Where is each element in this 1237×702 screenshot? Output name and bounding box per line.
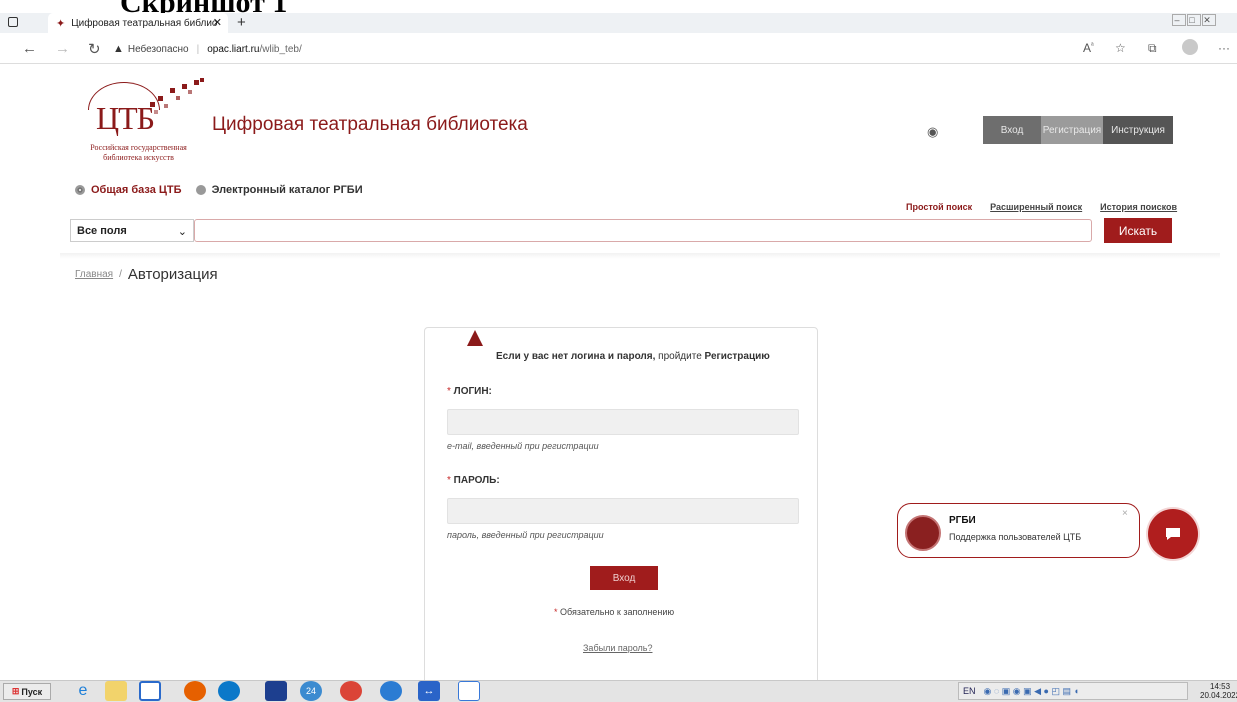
breadcrumb-home-link[interactable]: Главная	[75, 269, 113, 280]
radio-label-rgbi-catalog[interactable]: Электронный каталог РГБИ	[212, 184, 363, 196]
login-label-text: ЛОГИН:	[453, 386, 492, 397]
tab-close-icon[interactable]: ✕	[213, 16, 222, 29]
page-title: Авторизация	[127, 266, 218, 283]
search-input[interactable]	[194, 219, 1092, 242]
tab-title: Цифровая театральная библио	[71, 17, 218, 29]
note-bold-text: Если у вас нет логина и пароля,	[496, 351, 656, 362]
forgot-password-link[interactable]: Забыли пароль?	[583, 643, 652, 653]
logo-organization-name: Российская государственная библиотека ис…	[90, 143, 187, 162]
start-button[interactable]: ⊞ Пуск	[3, 683, 51, 700]
read-aloud-icon[interactable]: Aᵃ	[1083, 41, 1094, 55]
profile-avatar-icon[interactable]	[1182, 39, 1198, 55]
tray-icons[interactable]: ◉ ◌ ▣ ◉ ▣ ◀ ● ◰ ▤ ◖	[984, 686, 1079, 697]
card-marker-icon	[467, 330, 483, 346]
ie-app-icon[interactable]: e	[72, 681, 94, 701]
folder-app-icon[interactable]	[105, 681, 127, 701]
login-field[interactable]	[447, 409, 799, 435]
password-label: * ПАРОЛЬ:	[447, 475, 500, 486]
more-menu-icon[interactable]: ···	[1218, 41, 1230, 55]
system-tray: EN ◉ ◌ ▣ ◉ ▣ ◀ ● ◰ ▤ ◖	[958, 682, 1188, 700]
required-star: *	[447, 475, 454, 486]
login-hint: e-mail, введенный при регистрации	[447, 441, 599, 451]
address-separator: |	[196, 43, 200, 55]
radio-label-general-base[interactable]: Общая база ЦТБ	[91, 184, 182, 196]
calendar-app-icon[interactable]	[265, 681, 287, 701]
search-history-link[interactable]: История поисков	[1100, 202, 1177, 212]
url-path: /wlib_teb/	[259, 43, 302, 55]
registration-note: Если у вас нет логина и пароля, пройдите…	[496, 351, 770, 362]
advanced-search-link[interactable]: Расширенный поиск	[990, 202, 1082, 212]
chrome-app-icon[interactable]	[340, 681, 362, 701]
auth-buttons: Вход Регистрация Инструкция	[983, 116, 1173, 144]
search-button[interactable]: Искать	[1104, 218, 1172, 243]
login-nav-button[interactable]: Вход	[983, 116, 1041, 144]
support-name: РГБИ	[949, 515, 976, 526]
login-label: * ЛОГИН:	[447, 386, 492, 397]
support-avatar	[905, 515, 941, 551]
register-nav-button[interactable]: Регистрация	[1041, 116, 1103, 144]
outlook-app-icon[interactable]	[139, 681, 161, 701]
window-controls[interactable]: – □ ✕	[1172, 14, 1217, 26]
radio-general-base[interactable]	[75, 185, 85, 195]
search-mode-links: Простой поиск Расширенный поиск История …	[906, 202, 1195, 212]
edge-app-icon[interactable]	[218, 681, 240, 701]
chat-bubble-icon[interactable]	[1148, 509, 1198, 559]
minimize-icon[interactable]: –	[1172, 14, 1186, 26]
firefox-app-icon[interactable]	[184, 681, 206, 701]
support-subtitle: Поддержка пользователей ЦТБ	[949, 532, 1082, 542]
chat-icon-glyph	[1166, 528, 1180, 540]
site-title[interactable]: Цифровая театральная библиотека	[212, 114, 528, 136]
clock-time: 14:53	[1210, 682, 1231, 691]
note-text: пройдите	[655, 351, 705, 362]
instructions-nav-button[interactable]: Инструкция	[1103, 116, 1173, 144]
header-divider	[60, 253, 1220, 259]
teamviewer-app-icon[interactable]: ↔	[418, 681, 440, 701]
chevron-down-icon: ⌄	[177, 226, 187, 238]
logo-text: ЦТБ	[96, 100, 155, 136]
site-favicon-icon: ✦	[56, 17, 66, 30]
required-star: *	[447, 386, 454, 397]
new-tab-button[interactable]: +	[237, 14, 246, 31]
reload-icon[interactable]: ↻	[88, 40, 101, 58]
password-field[interactable]	[447, 498, 799, 524]
start-label: Пуск	[21, 686, 43, 697]
registration-link[interactable]: Регистрацию	[705, 351, 770, 362]
breadcrumb: Главная / Авторизация	[75, 266, 218, 283]
back-arrow-icon[interactable]: ←	[22, 40, 37, 57]
document-app-icon[interactable]	[458, 681, 480, 701]
support-close-icon[interactable]: ×	[1122, 508, 1128, 519]
forward-arrow-icon[interactable]: →	[55, 40, 70, 57]
required-note-text: Обязательно к заполнению	[560, 607, 675, 617]
collections-icon[interactable]: ⧉	[1148, 41, 1157, 56]
url-host: opac.liart.ru	[207, 43, 260, 55]
windows-logo-icon: ⊞	[11, 686, 20, 696]
password-hint: пароль, введенный при регистрации	[447, 530, 604, 540]
accessibility-eye-icon[interactable]: ◉	[927, 124, 938, 140]
maximize-icon[interactable]: □	[1187, 14, 1201, 26]
tab-list-icon[interactable]	[8, 17, 18, 27]
address-bar[interactable]: ▲ Небезопасно | opac.liart.ru/wlib_teb/	[113, 38, 1053, 60]
app-24-icon[interactable]: 24	[300, 681, 322, 701]
messenger-app-icon[interactable]	[380, 681, 402, 701]
login-submit-button[interactable]: Вход	[590, 566, 658, 590]
database-selector: Общая база ЦТБ Электронный каталог РГБИ	[75, 184, 363, 196]
search-field-value: Все поля	[77, 225, 127, 237]
warning-icon: ▲	[113, 43, 124, 55]
clock-date: 20.04.2022	[1200, 691, 1237, 700]
browser-tab[interactable]: ✦ Цифровая театральная библио ✕	[48, 13, 228, 33]
close-window-icon[interactable]: ✕	[1202, 14, 1216, 26]
language-indicator[interactable]: EN	[963, 686, 976, 696]
favorite-star-icon[interactable]: ☆	[1115, 41, 1126, 55]
search-field-select[interactable]: Все поля ⌄	[70, 219, 194, 242]
breadcrumb-separator: /	[119, 269, 122, 280]
system-clock[interactable]: 14:53 20.04.2022	[1200, 682, 1237, 700]
password-label-text: ПАРОЛЬ:	[453, 475, 500, 486]
simple-search-link[interactable]: Простой поиск	[906, 202, 972, 212]
logo-pixels-icon	[150, 78, 206, 118]
radio-rgbi-catalog[interactable]	[195, 185, 206, 195]
required-note: * Обязательно к заполнению	[554, 607, 674, 617]
security-label: Небезопасно	[127, 43, 189, 55]
